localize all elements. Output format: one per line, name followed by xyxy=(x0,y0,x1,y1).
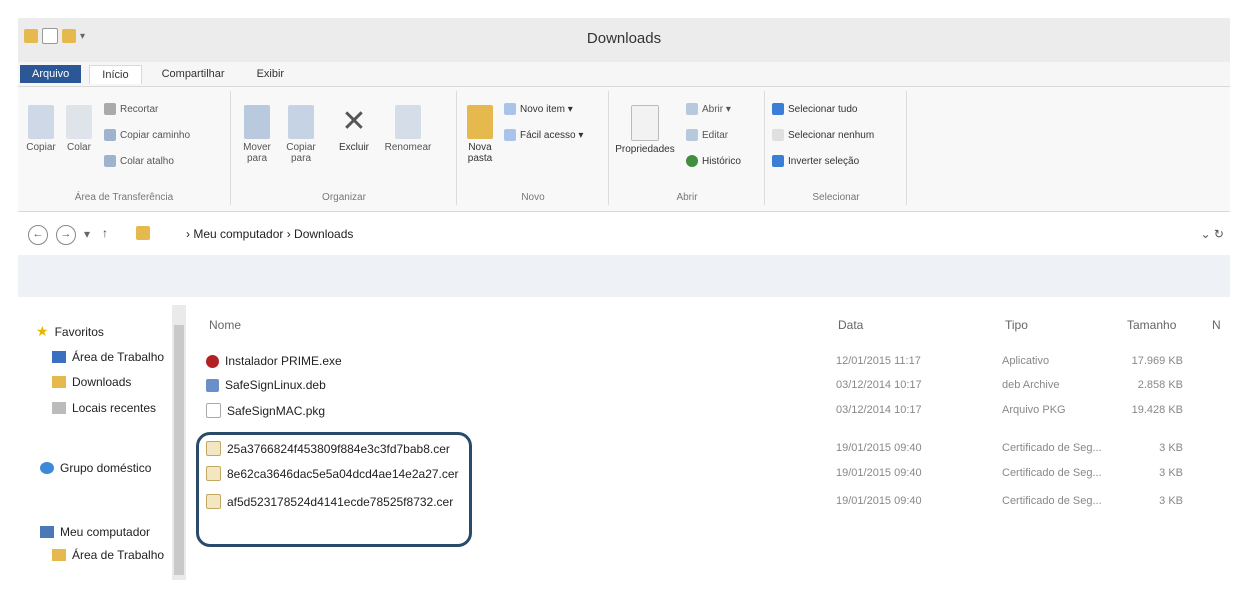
group-open: Propriedades Abrir ▾ Editar Histórico Ab… xyxy=(610,91,765,205)
app-icon xyxy=(206,354,219,368)
delete-x-icon: ✕ xyxy=(341,105,367,138)
downloads-icon xyxy=(52,376,66,388)
column-header-date[interactable]: Data xyxy=(838,318,863,332)
address-bar: ← → ▾ ↑ › Meu computador › Downloads ⌄ ↻ xyxy=(18,220,1230,250)
select-none-icon xyxy=(772,129,784,141)
back-button[interactable]: ← xyxy=(28,225,48,245)
refresh-button[interactable]: ⌄ ↻ xyxy=(1201,227,1224,241)
nav-homegroup[interactable]: Grupo doméstico xyxy=(40,461,151,475)
copy-button[interactable]: Copiar xyxy=(24,105,58,153)
window-title: Downloads xyxy=(586,30,662,47)
recent-locations-dropdown[interactable]: ▾ xyxy=(84,227,90,241)
column-header-name[interactable]: Nome xyxy=(209,318,241,332)
group-label-open: Abrir xyxy=(676,192,698,203)
group-label-organize: Organizar xyxy=(322,192,366,203)
group-clipboard: Copiar Colar Recortar Copiar caminho Col… xyxy=(18,91,231,205)
navigation-scrollbar[interactable] xyxy=(172,305,186,580)
archive-icon xyxy=(206,378,219,392)
cut-button[interactable]: Recortar xyxy=(104,103,158,115)
up-button[interactable]: ↑ xyxy=(102,226,108,240)
file-row[interactable]: Instalador PRIME.exe 12/01/2015 11:17 Ap… xyxy=(206,352,1206,372)
paste-shortcut-icon xyxy=(104,155,116,167)
easy-access-button[interactable]: Fácil acesso ▾ xyxy=(504,129,583,141)
forward-button[interactable]: → xyxy=(56,225,76,245)
history-icon xyxy=(686,155,698,167)
navigation-pane: ★ Favoritos Área de Trabalho Downloads L… xyxy=(36,305,186,580)
scissors-icon xyxy=(104,103,116,115)
column-header-size[interactable]: Tamanho xyxy=(1127,318,1176,332)
select-all-button[interactable]: Selecionar tudo xyxy=(772,103,858,115)
title-bar: ▾ Downloads xyxy=(18,18,1230,62)
nav-pc-desktop[interactable]: Área de Trabalho xyxy=(52,548,164,562)
ribbon-tabs: Arquivo Início Compartilhar Exibir xyxy=(18,62,1230,86)
nav-recent-places[interactable]: Locais recentes xyxy=(52,401,156,415)
easy-access-icon xyxy=(504,129,516,141)
copy-path-icon xyxy=(104,129,116,141)
copy-to-button[interactable]: Copiar para xyxy=(282,105,320,164)
new-item-button[interactable]: Novo item ▾ xyxy=(504,103,573,115)
open-icon xyxy=(686,103,698,115)
recent-places-icon xyxy=(52,402,66,414)
nav-favorites[interactable]: ★ Favoritos xyxy=(36,323,104,340)
properties-icon xyxy=(631,105,659,141)
new-item-icon xyxy=(504,103,516,115)
tab-home[interactable]: Início xyxy=(89,64,142,84)
select-none-button[interactable]: Selecionar nenhum xyxy=(772,129,874,141)
tab-file[interactable]: Arquivo xyxy=(20,65,82,83)
open-button[interactable]: Abrir ▾ xyxy=(686,103,731,115)
delete-button[interactable]: ✕ Excluir xyxy=(334,105,374,153)
copy-path-button[interactable]: Copiar caminho xyxy=(104,129,190,141)
column-header-type[interactable]: Tipo xyxy=(1005,318,1028,332)
clipboard-icon xyxy=(66,105,92,139)
nav-desktop[interactable]: Área de Trabalho xyxy=(52,350,164,364)
edit-button[interactable]: Editar xyxy=(686,129,728,141)
copy-to-icon xyxy=(288,105,314,139)
certificate-highlight-outline xyxy=(196,432,472,547)
file-icon xyxy=(206,403,221,418)
tab-share[interactable]: Compartilhar xyxy=(150,65,237,83)
history-button[interactable]: Histórico xyxy=(686,155,741,167)
tab-view[interactable]: Exibir xyxy=(245,65,297,83)
scrollbar-thumb[interactable] xyxy=(174,325,184,575)
group-label-new: Novo xyxy=(521,192,545,203)
file-row[interactable]: SafeSignMAC.pkg 03/12/2014 10:17 Arquivo… xyxy=(206,401,1206,421)
desktop-icon xyxy=(52,351,66,363)
new-folder-button[interactable]: Nova pasta xyxy=(464,105,496,164)
rename-button[interactable]: Renomear xyxy=(382,105,434,153)
group-label-select: Selecionar xyxy=(812,192,860,203)
rename-icon xyxy=(395,105,421,139)
select-all-icon xyxy=(772,103,784,115)
address-root-icon[interactable] xyxy=(120,226,168,244)
properties-button[interactable]: Propriedades xyxy=(612,105,678,155)
ribbon: Copiar Colar Recortar Copiar caminho Col… xyxy=(18,86,1230,212)
invert-selection-icon xyxy=(772,155,784,167)
breadcrumb[interactable]: › Meu computador › Downloads xyxy=(186,227,353,241)
paste-shortcut-button[interactable]: Colar atalho xyxy=(104,155,174,167)
file-row[interactable]: SafeSignLinux.deb 03/12/2014 10:17 deb A… xyxy=(206,376,1206,396)
computer-icon xyxy=(40,526,54,538)
copy-icon xyxy=(28,105,54,139)
column-header-more[interactable]: N xyxy=(1212,318,1221,332)
edit-icon xyxy=(686,129,698,141)
star-icon: ★ xyxy=(36,323,49,339)
nav-this-pc[interactable]: Meu computador xyxy=(40,525,150,539)
group-organize: Mover para Copiar para ✕ Excluir Renomea… xyxy=(232,91,457,205)
group-new: Nova pasta Novo item ▾ Fácil acesso ▾ No… xyxy=(458,91,609,205)
new-folder-big-icon xyxy=(467,105,493,139)
homegroup-icon xyxy=(40,462,54,474)
group-label-clipboard: Área de Transferência xyxy=(74,192,174,203)
move-icon xyxy=(244,105,270,139)
paste-button[interactable]: Colar xyxy=(62,105,96,153)
move-to-button[interactable]: Mover para xyxy=(238,105,276,164)
desktop-folder-icon xyxy=(52,549,66,561)
nav-downloads[interactable]: Downloads xyxy=(52,375,131,389)
group-select: Selecionar tudo Selecionar nenhum Invert… xyxy=(766,91,907,205)
invert-selection-button[interactable]: Inverter seleção xyxy=(772,155,859,167)
info-bar xyxy=(18,255,1230,297)
